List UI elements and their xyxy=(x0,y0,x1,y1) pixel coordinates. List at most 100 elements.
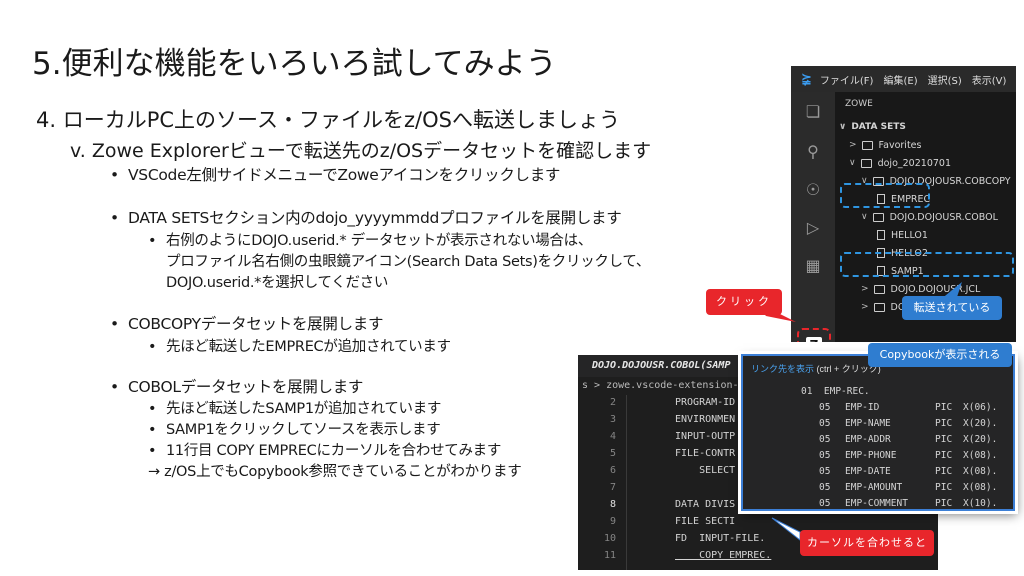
transferred-callout: 転送されている xyxy=(902,296,1002,320)
extensions-icon[interactable]: ▦ xyxy=(803,256,823,276)
field-level: 05 xyxy=(819,434,831,445)
indent-guide xyxy=(626,395,627,570)
folder-icon xyxy=(861,140,873,150)
folder-icon xyxy=(873,302,885,312)
copybook-hover-popup: リンク先を表示 (ctrl + クリック) 01 EMP-REC. 05 EMP… xyxy=(741,354,1015,511)
data-sets-section[interactable]: ∨ DATA SETS xyxy=(839,120,906,134)
field-pic: PIC xyxy=(935,450,953,461)
field-name: EMP-PHONE xyxy=(845,450,897,461)
field-format: X(10). xyxy=(963,498,998,509)
heading-level2: v. Zowe Explorerビューで転送先のz/OSデータセットを確認します xyxy=(70,140,652,162)
goto-definition-link[interactable]: リンク先を表示 xyxy=(751,364,814,374)
line-number: 8 xyxy=(609,499,616,510)
field-format: X(20). xyxy=(963,418,998,429)
heading-level1: 4. ローカルPC上のソース・ファイルをz/OSへ転送しましょう xyxy=(36,108,620,132)
popup-record: 01 EMP-REC. xyxy=(801,386,870,397)
line-number: 9 xyxy=(609,516,616,527)
bullet-2-sub-2: プロファイル名右側の虫眼鏡アイコン(Search Data Sets)をクリック… xyxy=(166,254,651,270)
code-line[interactable]: INPUT-OUTP xyxy=(675,431,735,442)
tree-hello1[interactable]: HELLO1 xyxy=(877,228,928,242)
field-name: EMP-ID xyxy=(845,402,880,413)
folder-icon xyxy=(872,212,884,222)
zowe-icon: Z xyxy=(806,337,822,342)
field-format: X(20). xyxy=(963,434,998,445)
code-line[interactable]: FILE-CONTR xyxy=(675,448,735,459)
code-line[interactable]: PROGRAM-ID xyxy=(675,397,735,408)
field-pic: PIC xyxy=(935,434,953,445)
menu-selection[interactable]: 選択(S) xyxy=(928,72,962,87)
menu-view[interactable]: 表示(V) xyxy=(972,72,1007,87)
field-format: X(08). xyxy=(963,450,998,461)
field-format: X(08). xyxy=(963,466,998,477)
source-control-icon[interactable]: ☉ xyxy=(803,180,823,200)
field-pic: PIC xyxy=(935,466,953,477)
tree-profile[interactable]: ∨ dojo_20210701 xyxy=(849,156,951,170)
popup-header: リンク先を表示 (ctrl + クリック) xyxy=(751,364,881,374)
field-level: 05 xyxy=(819,402,831,413)
line-number: 5 xyxy=(609,448,616,459)
bullet-2-sub-1: • 右例のようにDOJO.userid.* データセットが表示されない場合は、 xyxy=(148,233,593,249)
field-level: 05 xyxy=(819,482,831,493)
chevron-right-icon: > xyxy=(861,284,869,294)
line-number: 11 xyxy=(603,550,616,561)
field-pic: PIC xyxy=(935,482,953,493)
line-number: 3 xyxy=(609,414,616,425)
code-line[interactable]: FILE SECTI xyxy=(675,516,735,527)
bullet-1: • VSCode左側サイドメニューでZoweアイコンをクリックします xyxy=(110,166,561,184)
activity-bar: ❏ ⚲ ☉ ▷ ▦ Z xyxy=(791,92,835,342)
menu-file[interactable]: ファイル(F) xyxy=(820,72,874,87)
bullet-4-sub-1: • 先ほど転送したSAMP1が追加されています xyxy=(148,401,442,417)
field-name: EMP-AMOUNT xyxy=(845,482,903,493)
field-format: X(08). xyxy=(963,482,998,493)
tree-cobol[interactable]: ∨ DOJO.DOJOUSR.COBOL xyxy=(861,210,998,224)
code-line[interactable]: ENVIRONMEN xyxy=(675,414,735,425)
field-level: 05 xyxy=(819,498,831,509)
bullet-3: • COBCOPYデータセットを展開します xyxy=(110,315,384,333)
bullet-4-sub-3: • 11行目 COPY EMPRECにカーソルを合わせてみます xyxy=(148,443,502,459)
bullet-4: • COBOLデータセットを展開します xyxy=(110,378,364,396)
chevron-down-icon: ∨ xyxy=(861,212,868,222)
slide-title: 5.便利な機能をいろいろ試してみよう xyxy=(32,46,557,82)
menu-bar: ⪶ ファイル(F) 編集(E) 選択(S) 表示(V) xyxy=(791,66,1016,92)
line-number: 10 xyxy=(603,533,616,544)
chevron-right-icon: > xyxy=(861,302,869,312)
search-icon[interactable]: ⚲ xyxy=(803,142,823,162)
folder-icon xyxy=(873,284,885,294)
bullet-2: • DATA SETSセクション内のdojo_yyyymmddプロファイルを展開し… xyxy=(110,209,622,227)
code-line[interactable]: FD INPUT-FILE. xyxy=(675,533,765,544)
bullet-4-sub-4: → z/OS上でもCopybook参照できていることがわかります xyxy=(148,464,522,480)
run-debug-icon[interactable]: ▷ xyxy=(803,218,823,238)
copybook-callout: Copybookが表示される xyxy=(868,343,1012,367)
field-level: 05 xyxy=(819,466,831,477)
chevron-down-icon: ∨ xyxy=(839,122,847,132)
line-number: 2 xyxy=(609,397,616,408)
code-line[interactable]: DATA DIVIS xyxy=(675,499,735,510)
code-line-copy-emprec[interactable]: COPY EMPREC. xyxy=(675,550,771,561)
tree-favorites[interactable]: > Favorites xyxy=(849,138,921,152)
field-name: EMP-DATE xyxy=(845,466,891,477)
line-number: 6 xyxy=(609,465,616,476)
chevron-right-icon: > xyxy=(849,140,857,150)
click-callout: クリック xyxy=(706,289,782,315)
samp1-highlight xyxy=(840,252,1014,277)
field-name: EMP-ADDR xyxy=(845,434,891,445)
file-icon xyxy=(877,230,885,240)
folder-icon xyxy=(860,158,872,168)
bullet-3-sub-1: • 先ほど転送したEMPRECが追加されています xyxy=(148,339,451,355)
field-level: 05 xyxy=(819,450,831,461)
explorer-icon[interactable]: ❏ xyxy=(803,102,823,122)
cursor-callout: カーソルを合わせると xyxy=(800,530,934,556)
bullet-4-sub-2: • SAMP1をクリックしてソースを表示します xyxy=(148,422,441,438)
field-pic: PIC xyxy=(935,402,953,413)
zowe-explorer-button[interactable]: Z xyxy=(797,328,831,342)
tree-jcl[interactable]: > DOJO.DOJOUSR.JCL xyxy=(861,282,980,296)
field-pic: PIC xyxy=(935,498,953,509)
field-format: X(06). xyxy=(963,402,998,413)
menu-edit[interactable]: 編集(E) xyxy=(883,72,917,87)
chevron-down-icon: ∨ xyxy=(849,158,856,168)
code-line[interactable]: SELECT xyxy=(675,465,735,476)
field-name: EMP-NAME xyxy=(845,418,891,429)
bullet-2-sub-3: DOJO.userid.*を選択してください xyxy=(166,275,389,291)
field-name: EMP-COMMENT xyxy=(845,498,908,509)
line-number: 4 xyxy=(609,431,616,442)
